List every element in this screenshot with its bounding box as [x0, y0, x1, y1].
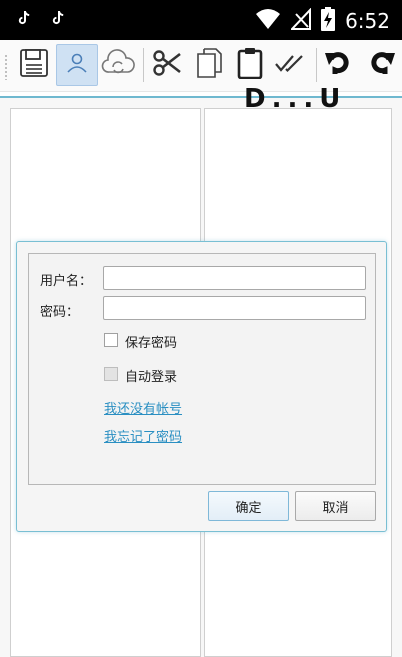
undo-button[interactable]	[318, 44, 360, 86]
select-all-button[interactable]	[269, 44, 311, 86]
user-icon	[65, 51, 89, 79]
status-left-icons	[18, 10, 66, 30]
username-input[interactable]	[103, 266, 366, 290]
register-link[interactable]: 我还没有帐号	[104, 398, 182, 417]
copy-button[interactable]	[188, 44, 230, 86]
password-label: 密码：	[40, 305, 80, 320]
paste-button[interactable]	[229, 44, 271, 86]
save-button[interactable]	[13, 44, 55, 86]
username-label: 用户名：	[40, 274, 93, 289]
undo-icon	[323, 47, 355, 83]
cut-button[interactable]	[146, 44, 188, 86]
toolbar-grip[interactable]	[4, 54, 8, 80]
cloud-sync-icon	[100, 48, 136, 82]
clipboard-icon	[236, 47, 264, 83]
status-bar: 6:52	[0, 0, 402, 40]
battery-charging-icon	[321, 7, 336, 35]
wifi-icon	[255, 8, 281, 34]
save-icon	[19, 48, 49, 82]
tiktok-icon	[52, 10, 66, 30]
save-password-checkbox[interactable]	[104, 333, 118, 347]
double-check-icon	[274, 52, 306, 78]
scissors-icon	[152, 48, 182, 82]
forgot-password-link[interactable]: 我忘记了密码	[104, 426, 182, 445]
redo-button[interactable]	[360, 44, 402, 86]
password-input[interactable]	[103, 296, 366, 320]
auto-login-checkbox[interactable]	[104, 367, 118, 381]
login-dialog: 用户名： 密码： 保存密码 自动登录 我还没有帐号 我忘记了密码 确定 取消	[16, 241, 387, 532]
status-time: 6:52	[345, 9, 390, 33]
auto-login-label[interactable]: 自动登录	[125, 366, 177, 385]
status-right-icons: 6:52	[255, 7, 390, 35]
cancel-button[interactable]: 取消	[295, 491, 376, 521]
no-signal-icon	[289, 7, 312, 34]
tiktok-icon	[18, 10, 32, 30]
cloud-sync-button[interactable]	[97, 44, 139, 86]
copy-icon	[195, 47, 223, 83]
toolbar-separator	[143, 48, 144, 82]
ok-button[interactable]: 确定	[208, 491, 289, 521]
save-password-label[interactable]: 保存密码	[125, 332, 177, 351]
login-form-group: 用户名： 密码： 保存密码 自动登录 我还没有帐号 我忘记了密码	[28, 253, 376, 485]
redo-icon	[365, 47, 397, 83]
toolbar-separator	[316, 48, 317, 82]
user-button[interactable]	[56, 44, 98, 86]
